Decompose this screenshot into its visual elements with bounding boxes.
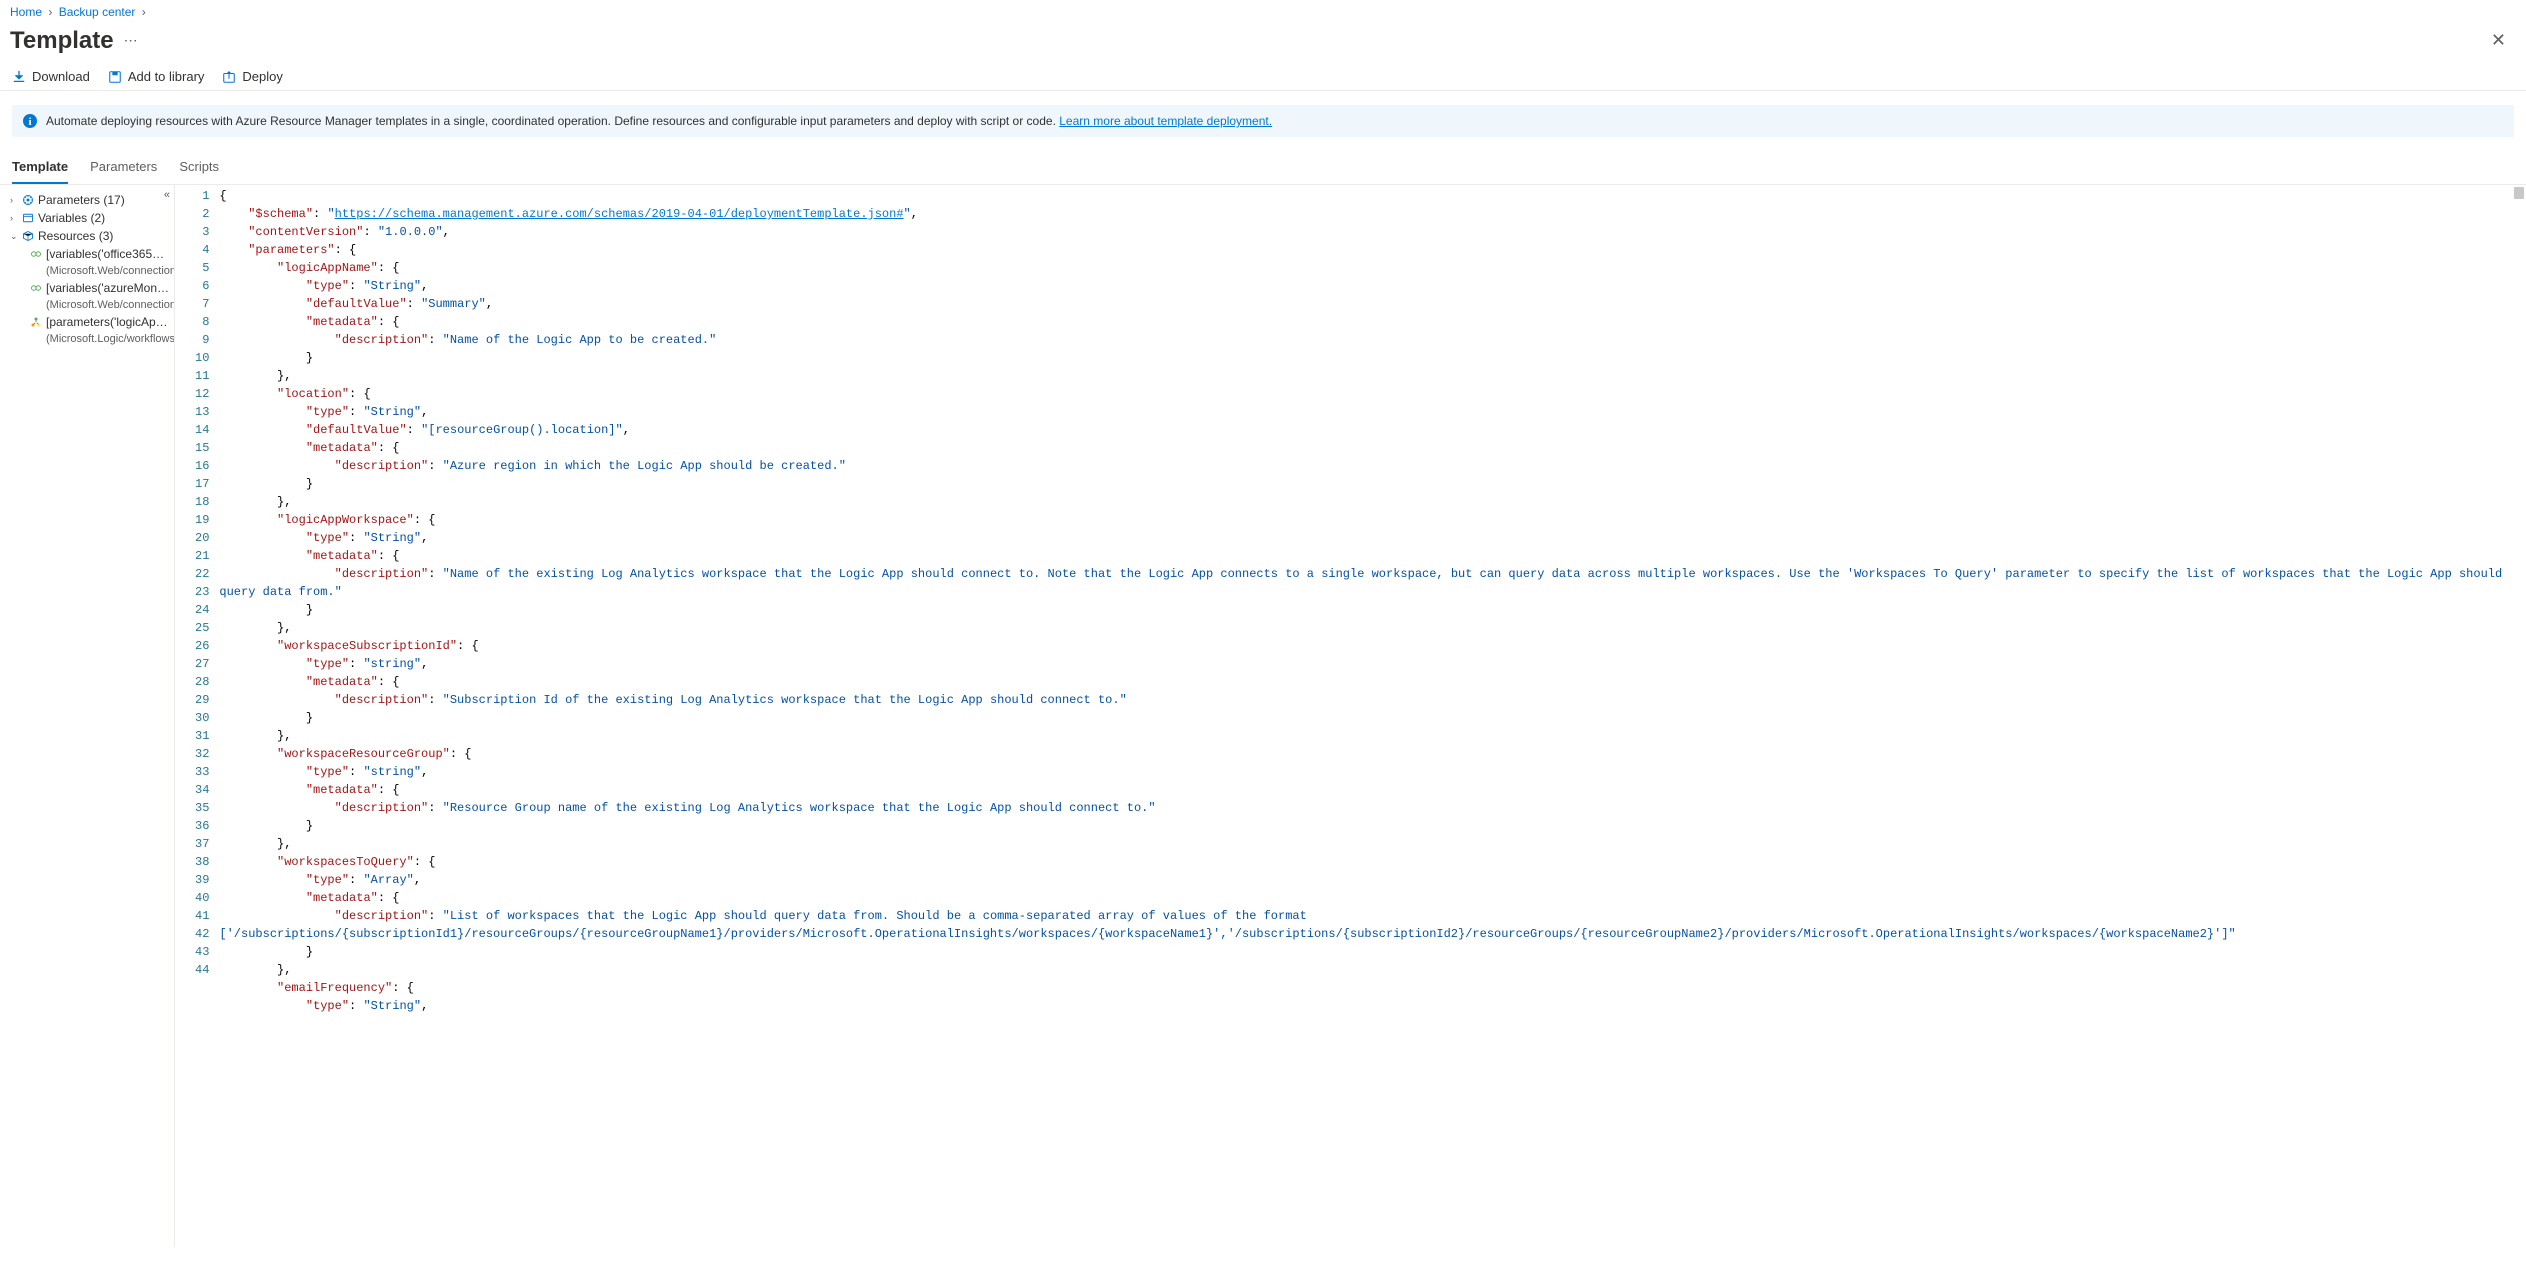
logic-app-icon	[30, 316, 42, 328]
breadcrumb-backup-center[interactable]: Backup center	[59, 5, 136, 19]
tree-resource-item[interactable]: [variables('office365ConnectionNa (Micro…	[0, 245, 174, 279]
close-button[interactable]: ✕	[2483, 26, 2514, 55]
tab-template[interactable]: Template	[12, 151, 68, 184]
deploy-button[interactable]: Deploy	[222, 69, 282, 84]
parameters-icon	[22, 194, 34, 206]
deploy-icon	[222, 70, 236, 84]
tab-parameters[interactable]: Parameters	[90, 151, 157, 184]
more-actions-button[interactable]: ⋯	[124, 32, 138, 49]
info-banner-link[interactable]: Learn more about template deployment.	[1059, 114, 1272, 128]
breadcrumb: Home › Backup center ›	[0, 0, 2526, 24]
tabs: Template Parameters Scripts	[0, 151, 2526, 185]
chevron-right-icon: ›	[10, 213, 18, 223]
info-banner: i Automate deploying resources with Azur…	[12, 105, 2514, 137]
download-icon	[12, 70, 26, 84]
editor-code[interactable]: { "$schema": "https://schema.management.…	[219, 185, 2526, 1247]
scrollbar-thumb[interactable]	[2514, 187, 2524, 199]
chevron-right-icon: ›	[142, 5, 146, 19]
info-icon: i	[22, 113, 38, 129]
chevron-right-icon: ›	[48, 5, 52, 19]
collapse-sidebar-button[interactable]: «	[164, 189, 170, 201]
toolbar: Download Add to library Deploy	[0, 63, 2526, 91]
info-banner-text: Automate deploying resources with Azure …	[46, 114, 1059, 128]
resources-icon	[22, 230, 34, 242]
tree-resources[interactable]: ⌄ Resources (3)	[0, 227, 174, 245]
chevron-right-icon: ›	[10, 195, 18, 205]
connection-icon	[30, 282, 42, 294]
tab-scripts[interactable]: Scripts	[179, 151, 219, 184]
tree-resource-item[interactable]: [parameters('logicAppName')] (Microsoft.…	[0, 313, 174, 347]
breadcrumb-home[interactable]: Home	[10, 5, 42, 19]
connection-icon	[30, 248, 42, 260]
editor-gutter: 1234567891011121314151617181920212223242…	[175, 185, 219, 1247]
tree-resource-item[interactable]: [variables('azureMonitorLogsConn (Micros…	[0, 279, 174, 313]
page-title: Template	[10, 27, 114, 55]
save-icon	[108, 70, 122, 84]
variables-icon	[22, 212, 34, 224]
tree-variables[interactable]: › Variables (2)	[0, 209, 174, 227]
sidebar: « › Parameters (17) › Variables (2) ⌄ Re…	[0, 185, 175, 1247]
svg-text:i: i	[28, 116, 31, 128]
add-to-library-button[interactable]: Add to library	[108, 69, 205, 84]
code-editor[interactable]: 1234567891011121314151617181920212223242…	[175, 185, 2526, 1247]
tree-parameters[interactable]: › Parameters (17)	[0, 191, 174, 209]
chevron-down-icon: ⌄	[10, 231, 18, 242]
download-button[interactable]: Download	[12, 69, 90, 84]
